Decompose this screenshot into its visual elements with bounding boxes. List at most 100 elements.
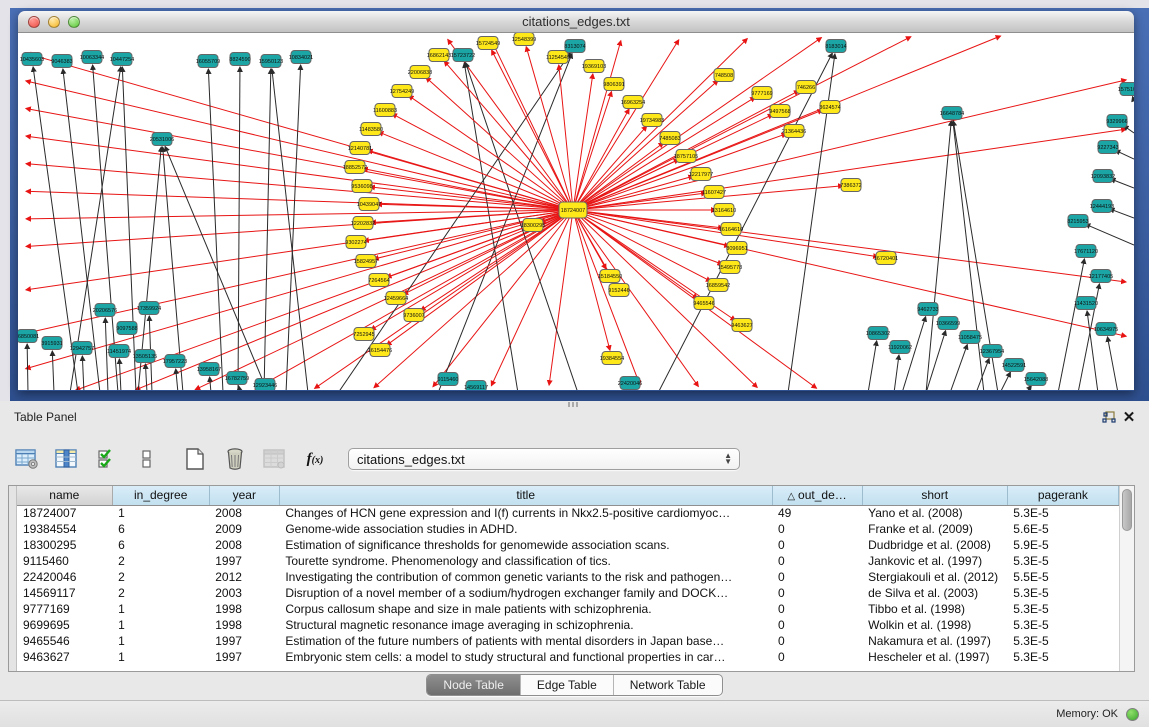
graph-node[interactable]: 15184550 [598, 270, 622, 283]
table-cell[interactable]: 0 [772, 537, 862, 553]
graph-node[interactable]: 20206576 [93, 304, 117, 317]
table-settings-icon[interactable] [14, 446, 40, 472]
close-panel-icon[interactable]: ✕ [1119, 408, 1139, 426]
graph-edge-black[interactable] [1087, 311, 1098, 390]
graph-edge-red[interactable] [26, 210, 573, 219]
graph-edge-black[interactable] [119, 359, 121, 390]
column-header-in_degree[interactable]: in_degree [112, 486, 209, 505]
tab-edge-table[interactable]: Edge Table [521, 675, 614, 695]
table-cell[interactable]: Dudbridge et al. (2008) [862, 537, 1007, 553]
table-cell[interactable]: 5.3E-5 [1007, 505, 1118, 521]
minimize-window-button[interactable] [48, 16, 60, 28]
table-cell[interactable]: Estimation of significance thresholds fo… [279, 537, 772, 553]
delete-table-icon[interactable] [222, 446, 248, 472]
graph-node[interactable]: 16963254 [621, 96, 645, 109]
graph-edge-red[interactable] [26, 210, 573, 369]
table-cell[interactable]: Tibbo et al. (1998) [862, 601, 1007, 617]
table-cell[interactable]: 5.9E-5 [1007, 537, 1118, 553]
close-window-button[interactable] [28, 16, 40, 28]
table-cell[interactable]: Tourette syndrome. Phenomenology and cla… [279, 553, 772, 569]
graph-edge-black[interactable] [93, 65, 118, 390]
graph-node[interactable]: 9227343 [1097, 141, 1118, 154]
graph-edge-black[interactable] [239, 386, 240, 390]
table-cell[interactable]: 1998 [209, 617, 279, 633]
table-cell[interactable]: 2 [112, 585, 209, 601]
graph-node[interactable]: 746266 [796, 81, 816, 94]
graph-edge-red[interactable] [386, 210, 573, 345]
tab-node-table[interactable]: Node Table [427, 675, 521, 695]
table-row[interactable]: 911546021997Tourette syndrome. Phenomeno… [17, 553, 1119, 569]
graph-edge-red[interactable] [573, 74, 593, 210]
graph-node[interactable]: 8215953 [1067, 215, 1088, 228]
table-row[interactable]: 946554611997Estimation of the future num… [17, 633, 1119, 649]
graph-node[interactable]: 17359924 [137, 302, 161, 315]
graph-edge-black[interactable] [1107, 337, 1118, 390]
graph-node[interactable]: 15824957 [354, 255, 378, 268]
graph-node[interactable]: 21364436 [782, 125, 806, 138]
table-cell[interactable]: 18724007 [17, 505, 112, 521]
graph-node[interactable]: 9806391 [603, 78, 624, 91]
graph-edge-black[interactable] [27, 344, 28, 390]
graph-edge-black[interactable] [52, 351, 54, 390]
graph-node[interactable]: 9115460 [437, 373, 458, 386]
graph-edge-black[interactable] [950, 345, 967, 390]
graph-node[interactable]: 16862143 [427, 49, 451, 62]
graph-node[interactable]: 17671120 [1074, 245, 1098, 258]
table-row[interactable]: 1830029562008Estimation of significance … [17, 537, 1119, 553]
graph-node[interactable]: 11600883 [373, 104, 397, 117]
table-cell[interactable]: 0 [772, 553, 862, 569]
deselect-rows-icon[interactable] [134, 446, 160, 472]
network-window-titlebar[interactable]: citations_edges.txt [18, 11, 1134, 33]
table-row[interactable]: 969969511998Structural magnetic resonanc… [17, 617, 1119, 633]
table-cell[interactable]: 5.3E-5 [1007, 553, 1118, 569]
table-cell[interactable]: 5.3E-5 [1007, 617, 1118, 633]
table-cell[interactable]: 5.5E-5 [1007, 569, 1118, 585]
table-cell[interactable]: 9465546 [17, 633, 112, 649]
graph-node[interactable]: 19734983 [640, 114, 664, 127]
graph-node[interactable]: 7485083 [659, 132, 680, 145]
graph-node[interactable]: 3915931 [41, 337, 62, 350]
table-cell[interactable]: 2012 [209, 569, 279, 585]
select-column-icon[interactable] [54, 446, 80, 472]
column-header-year[interactable]: year [209, 486, 279, 505]
table-cell[interactable]: 5.6E-5 [1007, 521, 1118, 537]
graph-edge-black[interactable] [1085, 224, 1134, 245]
graph-node[interactable]: 10063344 [80, 51, 104, 64]
table-cell[interactable]: 6 [112, 537, 209, 553]
table-cell[interactable]: Investigating the contribution of common… [279, 569, 772, 585]
table-cell[interactable]: Nakamura et al. (1997) [862, 633, 1007, 649]
graph-node[interactable]: 12177405 [1089, 270, 1113, 283]
table-cell[interactable]: Corpus callosum shape and size in male p… [279, 601, 772, 617]
graph-edge-red[interactable] [573, 210, 729, 246]
graph-node[interactable]: 8824590 [229, 53, 250, 66]
tab-network-table[interactable]: Network Table [614, 675, 722, 695]
graph-node[interactable]: 10439047 [357, 198, 381, 211]
graph-node[interactable]: 11431520 [1074, 297, 1098, 310]
table-row[interactable]: 1456911722003Disruption of a novel membe… [17, 585, 1119, 601]
graph-edge-red[interactable] [526, 47, 573, 210]
graph-node[interactable]: 9736007 [403, 309, 424, 322]
graph-node[interactable]: 12217977 [689, 168, 713, 181]
table-cell[interactable]: 0 [772, 617, 862, 633]
table-cell[interactable]: 5.3E-5 [1007, 585, 1118, 601]
graph-node[interactable]: 11451974 [107, 345, 131, 358]
graph-node[interactable]: 15495778 [718, 261, 742, 274]
graph-node[interactable]: 15642088 [1024, 373, 1048, 386]
table-cell[interactable]: 0 [772, 649, 862, 665]
graph-edge-red[interactable] [573, 126, 647, 210]
graph-node[interactable]: 11920062 [888, 341, 912, 354]
graph-node[interactable]: 11483580 [359, 123, 383, 136]
graph-node[interactable]: 15751074 [1118, 83, 1134, 96]
table-cell[interactable]: Hescheler et al. (1997) [862, 649, 1007, 665]
graph-edge-black[interactable] [286, 65, 301, 390]
graph-node[interactable]: 18757105 [674, 150, 698, 163]
graph-node[interactable]: 12923446 [253, 379, 277, 391]
table-cell[interactable]: de Silva et al. (2003) [862, 585, 1007, 601]
table-cell[interactable]: 1 [112, 617, 209, 633]
graph-node[interactable]: 16850081 [18, 330, 39, 343]
graph-edge-black[interactable] [82, 356, 84, 390]
graph-node[interactable]: 9536098 [351, 180, 372, 193]
table-cell[interactable]: 0 [772, 569, 862, 585]
graph-node[interactable]: 16164610 [719, 223, 743, 236]
graph-edge-black[interactable] [1058, 259, 1084, 390]
